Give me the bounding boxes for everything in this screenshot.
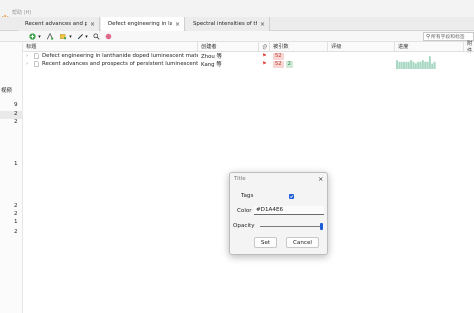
- cancel-button[interactable]: Cancel: [286, 237, 319, 248]
- citation-tags: 52 2: [273, 60, 323, 68]
- progress-sparkline: [396, 56, 436, 69]
- set-button[interactable]: Set: [254, 237, 277, 248]
- search-icon[interactable]: [92, 31, 101, 42]
- progress-bar: [428, 56, 431, 69]
- progress-bar: [414, 63, 417, 69]
- column-header-title[interactable]: 标题: [23, 42, 198, 51]
- collection-count[interactable]: 1: [14, 161, 18, 167]
- close-icon[interactable]: ×: [175, 21, 180, 28]
- search-dropdown-icon[interactable]: ⚲: [426, 34, 430, 40]
- sync-icon[interactable]: [104, 31, 113, 42]
- tags-label: Tags: [241, 193, 254, 199]
- tab-recent-advances[interactable]: Recent advances and pro... ×: [18, 17, 100, 31]
- column-header-attachments[interactable]: 附件: [464, 41, 474, 54]
- collection-count[interactable]: 9: [14, 102, 18, 108]
- item-creator: Zhou 等: [201, 54, 222, 60]
- pdf-attachment-icon[interactable]: ⚑: [262, 60, 269, 68]
- opacity-slider-track[interactable]: [260, 226, 322, 227]
- collection-count[interactable]: 2: [14, 211, 18, 217]
- selected-row-highlight: [0, 111, 23, 119]
- progress-bar: [433, 61, 436, 69]
- tag-color-dialog: Title × Tags Color Opacity Set Cancel: [229, 172, 328, 255]
- opacity-label: Opacity: [233, 223, 255, 229]
- pane-label: 视频: [1, 88, 12, 94]
- tab-label: Defect engineering in lan...: [108, 21, 172, 27]
- document-icon: [34, 60, 41, 68]
- progress-bar: [412, 61, 415, 69]
- citation-count-badge: 52: [273, 52, 284, 60]
- progress-bar: [403, 61, 406, 69]
- document-icon: [34, 52, 41, 60]
- collection-count[interactable]: 1: [14, 219, 18, 225]
- pdf-attachment-icon[interactable]: ⚑: [262, 52, 269, 60]
- progress-bar: [431, 63, 434, 69]
- progress-bar: [398, 61, 401, 69]
- item-title: Recent advances and prospects of persist…: [42, 61, 198, 67]
- column-header-progress[interactable]: 进度: [395, 42, 464, 51]
- collection-pane: [0, 42, 23, 313]
- color-field[interactable]: [254, 206, 324, 215]
- close-icon[interactable]: ×: [90, 21, 95, 28]
- collection-count[interactable]: 2: [14, 119, 18, 125]
- progress-bar: [396, 60, 398, 69]
- expand-chevron-icon[interactable]: ›: [26, 60, 34, 68]
- item-title: Defect engineering in lanthanide doped l…: [42, 53, 198, 59]
- column-header-rating[interactable]: 评级: [328, 42, 395, 51]
- progress-bar: [424, 61, 427, 69]
- menu-bar: [0, 0, 474, 17]
- chevron-down-icon[interactable]: ▾: [84, 31, 89, 42]
- tab-spectral-intensities[interactable]: Spectral intensities of the... ×: [186, 17, 270, 31]
- color-label: Color: [237, 208, 252, 214]
- progress-bar: [407, 61, 410, 69]
- progress-bar: [410, 60, 413, 69]
- add-attachment-icon[interactable]: [58, 31, 68, 42]
- column-header-creator[interactable]: 创建者: [198, 42, 259, 51]
- chevron-down-icon[interactable]: ▾: [68, 31, 73, 42]
- progress-bar: [400, 61, 403, 69]
- progress-bar: [426, 61, 429, 69]
- tags-checkbox[interactable]: [289, 194, 294, 199]
- collection-count[interactable]: 2: [14, 111, 18, 117]
- check-icon: [289, 195, 294, 199]
- menu-help[interactable]: 帮助 (H): [12, 9, 31, 16]
- tab-label: Spectral intensities of the...: [193, 21, 257, 27]
- progress-bar: [417, 61, 420, 69]
- tab-label: Recent advances and pro...: [25, 21, 87, 27]
- collection-count[interactable]: 2: [14, 203, 18, 209]
- paperclip-icon: [262, 43, 267, 49]
- progress-bar: [405, 61, 408, 69]
- citation-tags: 52: [273, 52, 323, 60]
- item-creator: Kang 等: [201, 62, 222, 68]
- opacity-slider-thumb[interactable]: [320, 223, 323, 230]
- collection-count[interactable]: 2: [14, 229, 18, 235]
- column-header-attachment[interactable]: [259, 42, 270, 51]
- expand-chevron-icon[interactable]: ›: [26, 52, 34, 60]
- close-icon[interactable]: ×: [318, 175, 323, 183]
- column-header-citations[interactable]: 被引数: [270, 42, 328, 51]
- dialog-title: Title: [234, 176, 246, 182]
- tab-defect-engineering[interactable]: Defect engineering in lan... ×: [101, 17, 185, 31]
- add-by-identifier-icon[interactable]: [45, 31, 55, 42]
- citation-count-badge: 52: [273, 60, 284, 68]
- new-item-icon[interactable]: [27, 31, 37, 42]
- search-placeholder: 所有字段和标签: [431, 35, 465, 40]
- progress-bar: [419, 61, 422, 69]
- progress-bar: [421, 60, 424, 69]
- citation-count-badge: 2: [285, 60, 293, 68]
- close-icon[interactable]: ×: [260, 21, 265, 28]
- chevron-down-icon[interactable]: ▾: [37, 31, 42, 42]
